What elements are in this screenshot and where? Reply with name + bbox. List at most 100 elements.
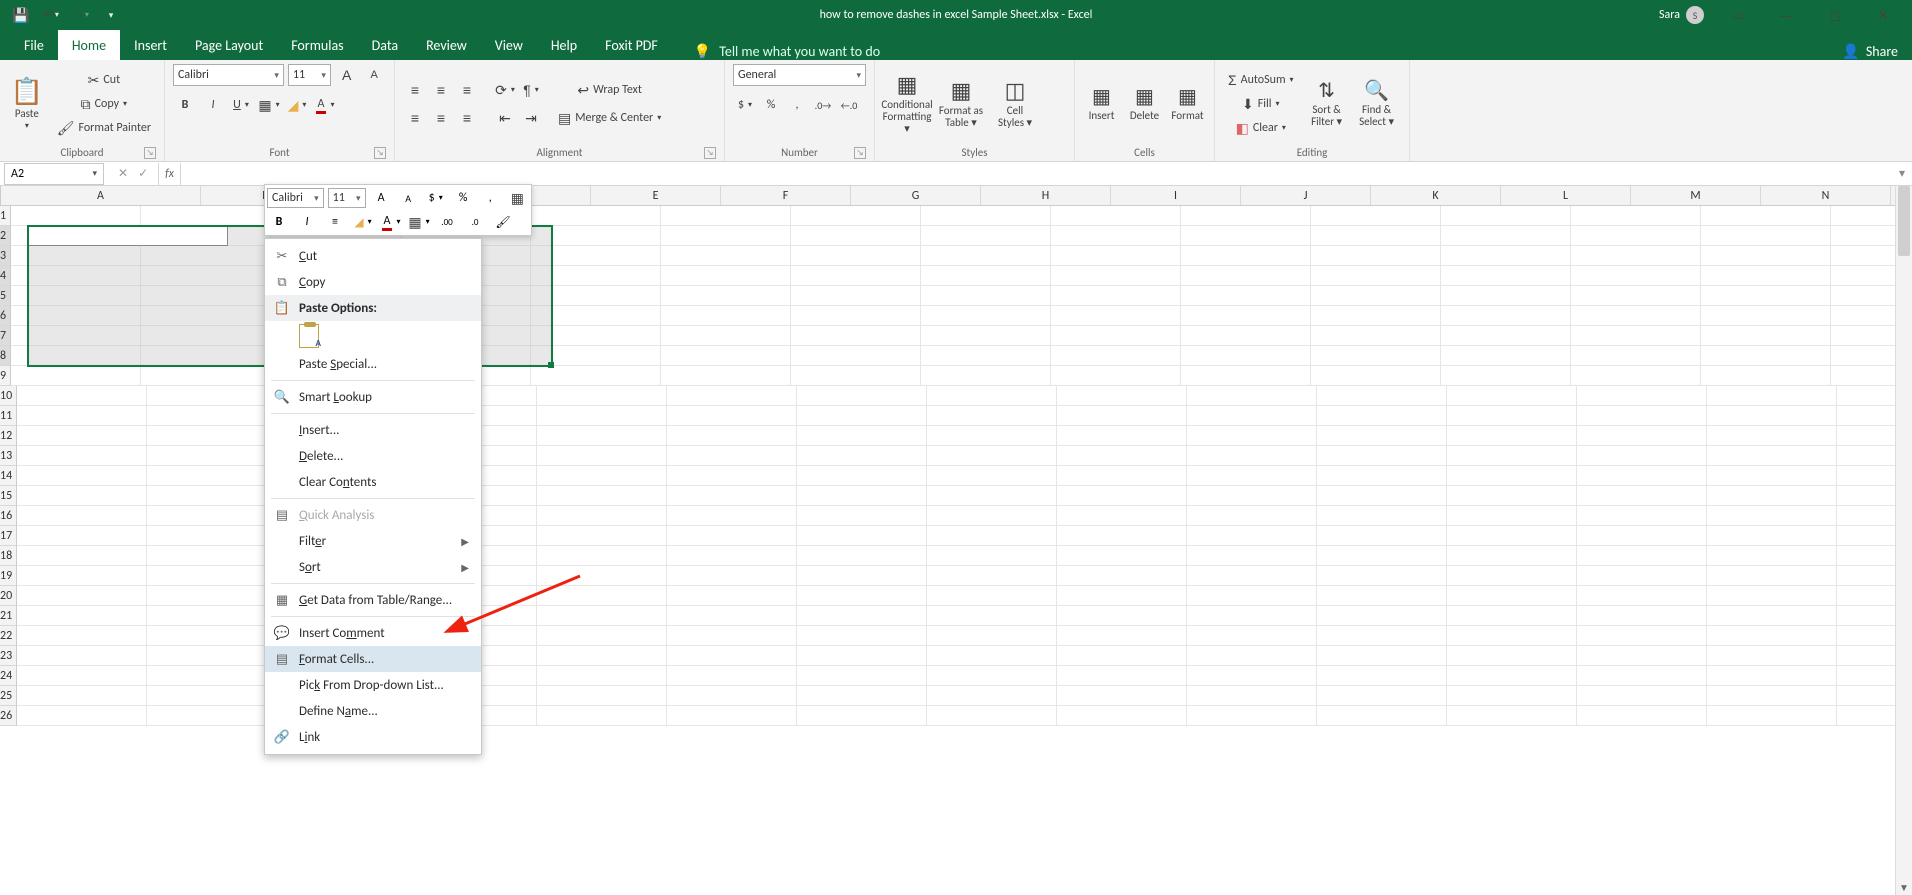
cell[interactable] [1447,626,1577,646]
cell[interactable] [1577,386,1707,406]
clear-button[interactable]: ◧Clear▾ [1223,117,1299,139]
cell[interactable] [921,226,1051,246]
cell[interactable] [1317,626,1447,646]
column-header-L[interactable]: L [1501,186,1631,205]
tab-insert[interactable]: Insert [120,30,181,60]
mini-font-color-icon[interactable]: A▾ [379,211,403,233]
cell[interactable] [791,226,921,246]
find-select-button[interactable]: 🔍Find &Select ▾ [1355,80,1399,128]
cell[interactable] [1181,206,1311,226]
cell[interactable] [531,366,661,386]
decrease-indent-icon[interactable]: ⇤ [493,107,517,129]
cell[interactable] [791,286,921,306]
delete-cells-button[interactable]: ▦Delete [1126,86,1163,122]
cell[interactable] [667,626,797,646]
row-header-25[interactable]: 25 [0,686,17,706]
cell[interactable] [1447,706,1577,726]
paste-button[interactable]: 📋 Paste ▾ [8,77,46,130]
undo-icon[interactable]: ↶▾ [38,3,64,27]
cell[interactable] [147,386,277,406]
cell[interactable] [147,706,277,726]
cell[interactable] [927,686,1057,706]
cell-styles-button[interactable]: ◫CellStyles ▾ [991,79,1039,129]
cell[interactable] [927,706,1057,726]
cell[interactable] [1057,666,1187,686]
cell[interactable] [1441,226,1571,246]
cell[interactable] [667,506,797,526]
fill-button[interactable]: ⬇Fill▾ [1223,93,1299,115]
cell[interactable] [667,386,797,406]
cell[interactable] [661,206,791,226]
cell[interactable] [921,306,1051,326]
text-direction-icon[interactable]: ¶▾ [519,79,543,101]
cell[interactable] [1447,446,1577,466]
cell[interactable] [1181,246,1311,266]
cell[interactable] [1577,426,1707,446]
cell[interactable] [921,266,1051,286]
cell[interactable] [1701,306,1831,326]
cell[interactable] [1181,306,1311,326]
cell[interactable] [661,326,791,346]
cell[interactable] [537,426,667,446]
tab-home[interactable]: Home [58,30,120,60]
cell[interactable] [1447,686,1577,706]
currency-icon[interactable]: $▾ [733,94,757,116]
cell[interactable] [927,446,1057,466]
row-header-23[interactable]: 23 [0,646,17,666]
cell[interactable] [17,646,147,666]
row-header-6[interactable]: 6 [0,306,11,326]
cell[interactable] [927,406,1057,426]
ctx-delete[interactable]: Delete... [265,443,481,469]
cell[interactable] [1701,206,1831,226]
cell[interactable] [791,366,921,386]
cell[interactable] [1187,546,1317,566]
mini-fill-color-icon[interactable]: ◢▾ [351,211,375,233]
cell[interactable] [17,446,147,466]
cell[interactable] [797,406,927,426]
column-header-I[interactable]: I [1111,186,1241,205]
name-box[interactable]: A2▾ [4,163,104,185]
minimize-icon[interactable]: — [1764,0,1810,30]
font-size-dropdown[interactable]: 11▾ [288,64,331,86]
cell[interactable] [661,286,791,306]
cell[interactable] [1571,366,1701,386]
cell[interactable] [537,466,667,486]
cell[interactable] [1317,586,1447,606]
cell[interactable] [1317,506,1447,526]
cell[interactable] [921,346,1051,366]
cell[interactable] [927,506,1057,526]
cell[interactable] [1181,226,1311,246]
ctx-pick-dropdown[interactable]: Pick From Drop-down List... [265,672,481,698]
cell[interactable] [1707,606,1837,626]
cell[interactable] [1701,266,1831,286]
row-header-19[interactable]: 19 [0,566,17,586]
mini-border-dd-icon[interactable]: ▦▾ [407,211,431,233]
tab-file[interactable]: File [10,30,58,60]
row-header-14[interactable]: 14 [0,466,17,486]
row-header-11[interactable]: 11 [0,406,17,426]
cell[interactable] [537,546,667,566]
cell[interactable] [1187,666,1317,686]
cell[interactable] [791,246,921,266]
column-header-E[interactable]: E [591,186,721,205]
autosum-button[interactable]: ΣAutoSum▾ [1223,69,1299,91]
cell[interactable] [1317,686,1447,706]
share-button[interactable]: 👤 Share [1828,43,1912,60]
cell[interactable] [1701,346,1831,366]
align-left-icon[interactable]: ≡ [403,107,427,129]
cell[interactable] [1187,506,1317,526]
cell[interactable] [1577,626,1707,646]
cell[interactable] [667,606,797,626]
cell[interactable] [537,626,667,646]
cut-button[interactable]: ✂Cut [52,69,156,91]
maximize-icon[interactable]: ◻ [1812,0,1858,30]
ctx-define-name[interactable]: Define Name... [265,698,481,724]
cell[interactable] [17,586,147,606]
cell[interactable] [17,686,147,706]
cell[interactable] [927,486,1057,506]
cell[interactable] [1447,386,1577,406]
font-name-dropdown[interactable]: Calibri▾ [173,64,284,86]
cell[interactable] [1311,306,1441,326]
cell[interactable] [1051,326,1181,346]
mini-borders-icon[interactable]: ▦ [506,187,529,209]
